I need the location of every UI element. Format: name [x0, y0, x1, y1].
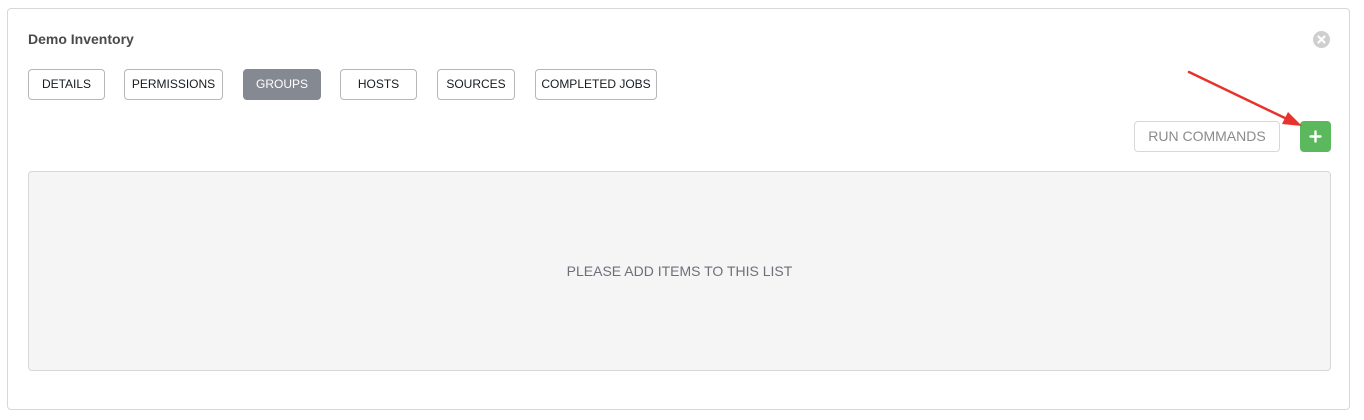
tab-hosts[interactable]: HOSTS	[340, 69, 417, 100]
empty-list-message: PLEASE ADD ITEMS TO THIS LIST	[566, 263, 793, 279]
close-button[interactable]	[1313, 31, 1330, 48]
tab-groups[interactable]: GROUPS	[243, 69, 321, 100]
add-button[interactable]	[1300, 121, 1331, 152]
plus-icon	[1309, 130, 1322, 143]
tab-sources[interactable]: SOURCES	[437, 69, 515, 100]
close-icon	[1317, 35, 1326, 44]
inventory-panel: Demo Inventory DETAILS PERMISSIONS GROUP…	[7, 8, 1350, 410]
panel-title: Demo Inventory	[28, 31, 134, 47]
tab-completed-jobs[interactable]: COMPLETED JOBS	[535, 69, 657, 100]
tab-permissions[interactable]: PERMISSIONS	[124, 69, 223, 100]
groups-list: PLEASE ADD ITEMS TO THIS LIST	[28, 171, 1331, 371]
run-commands-button[interactable]: RUN COMMANDS	[1134, 121, 1280, 152]
tab-details[interactable]: DETAILS	[28, 69, 105, 100]
